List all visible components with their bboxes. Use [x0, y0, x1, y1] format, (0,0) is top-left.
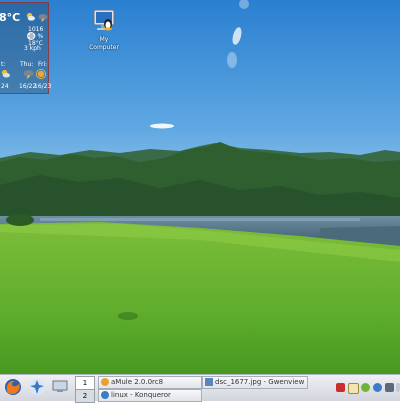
monitor-icon[interactable] [396, 383, 400, 392]
my-computer-label: My Computer [89, 36, 119, 51]
desktop-pager-2[interactable]: 2 [75, 389, 95, 403]
forecast-day-2: Thu: [20, 61, 34, 68]
desktop-pager-1[interactable]: 1 [75, 376, 95, 390]
desktop-wallpaper [0, 0, 400, 400]
konqueror-icon [101, 391, 109, 399]
clock-icon[interactable] [385, 383, 394, 392]
forecast-temps-3: 16/23 [34, 83, 52, 90]
storm-icon [23, 70, 34, 79]
storm-icon [38, 14, 48, 22]
sun-icon [36, 69, 46, 79]
task-konqueror[interactable]: linux - Konqueror [98, 389, 202, 402]
flag-icon[interactable] [336, 383, 345, 392]
network-icon[interactable] [361, 383, 370, 392]
partly-cloudy-icon [1, 69, 10, 78]
forecast-day-3: Fri: [38, 61, 48, 68]
computer-icon [93, 9, 115, 31]
task-label-gwenview: dsc_1677.jpg - Gwenview [215, 378, 305, 386]
taskbar: 1 2 aMule 2.0.0rc8 dsc_1677.jpg - Gwenvi… [0, 374, 400, 403]
current-temperature: 8°C [0, 11, 21, 24]
amule-icon [101, 378, 109, 386]
task-label-amule: aMule 2.0.0rc8 [111, 378, 164, 386]
forecast-temps-1: 24 [1, 83, 9, 90]
firefox-icon[interactable] [4, 378, 22, 396]
task-amule[interactable]: aMule 2.0.0rc8 [98, 376, 202, 389]
kde-menu-icon[interactable] [28, 378, 46, 396]
my-computer-icon[interactable]: My Computer [86, 8, 122, 52]
partly-cloudy-icon [26, 12, 36, 21]
wind-value: 3 kph [24, 45, 41, 52]
chat-icon[interactable] [373, 383, 382, 392]
note-icon[interactable] [348, 383, 359, 394]
wind-icon [27, 32, 35, 40]
task-label-konqueror: linux - Konqueror [111, 391, 171, 399]
forecast-day-1: t: [1, 61, 6, 68]
desktop-icon[interactable] [52, 378, 68, 394]
task-gwenview[interactable]: dsc_1677.jpg - Gwenview [202, 376, 308, 389]
gwenview-icon [205, 378, 213, 386]
weather-widget[interactable]: 8°C 1016 60 % 18°C 3 kph t: Thu: Fri: 24… [0, 2, 52, 94]
